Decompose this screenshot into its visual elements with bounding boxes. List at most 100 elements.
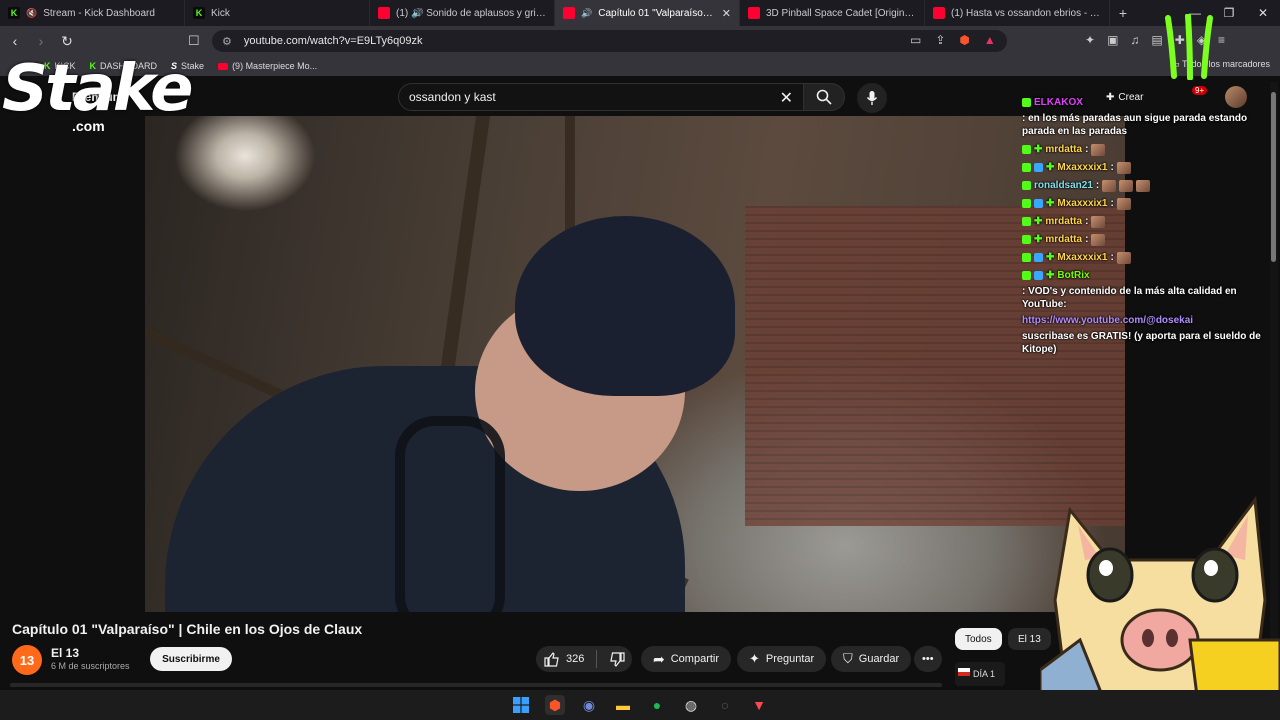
dislike-button[interactable] [609,646,625,672]
discord-icon[interactable]: ◉ [579,695,599,715]
voice-search-button[interactable] [857,83,887,113]
bookmark-save-icon: ⛉ [843,651,853,666]
address-bar-actions: ▭ ⇪ ⬢ ▲ [910,33,996,47]
plus-badge-icon: ✚ [1046,270,1055,281]
related-video-thumbnail[interactable]: DÍA 1 [955,662,1005,686]
file-explorer-icon[interactable]: ▬ [613,695,633,715]
brave-browser-icon[interactable]: ⬢ [545,695,565,715]
channel-name[interactable]: El 13 [51,646,79,660]
extension-icon[interactable]: ♫ [1130,33,1139,47]
tab-kick[interactable]: K Kick [185,0,370,26]
monster-energy-logo [1165,14,1213,80]
brave-rewards-icon[interactable]: ▲ [984,33,996,47]
share-icon[interactable]: ⇪ [935,33,945,47]
subscribe-button[interactable]: Suscribirme [150,647,232,671]
brave-shields-icon[interactable]: ⬢ [959,33,969,47]
chat-text: : [1095,180,1100,191]
share-label: Compartir [670,653,720,665]
chat-text: : [1110,198,1114,209]
video-title: Capítulo 01 "Valparaíso" | Chile en los … [12,621,363,637]
bookmark-label: (9) Masterpiece Mo... [232,61,318,71]
chat-message: ✚ mrdatta: [1022,143,1262,156]
tab-label: Capítulo 01 "Valparaíso" | Chi [598,7,716,19]
chat-message: ✚ Mxaxxxix1: [1022,251,1262,264]
like-button[interactable]: 326 [536,646,584,672]
bookmark-icon[interactable]: ☐ [188,33,200,49]
chat-emote [1136,179,1151,192]
clear-search-icon[interactable]: ✕ [780,88,793,108]
thumbs-up-icon [544,651,559,667]
spotify-icon[interactable]: ● [647,695,667,715]
address-bar[interactable]: ⚙ youtube.com/watch?v=E9LTy6q09zk [212,30,1007,52]
video-player[interactable] [145,116,1125,612]
close-window-icon[interactable]: ✕ [1246,6,1280,20]
chat-text: : [1110,252,1114,263]
chat-username[interactable]: Mxaxxxix1 [1057,161,1107,174]
notifications-badge[interactable]: 9+ [1192,86,1208,95]
back-icon[interactable]: ‹ [4,33,26,49]
cast-icon[interactable]: ▭ [910,33,921,47]
chat-emote [1102,179,1117,192]
chat-username[interactable]: mrdatta [1045,215,1082,228]
reload-icon[interactable]: ↻ [56,33,78,50]
scrollbar-thumb[interactable] [1271,92,1276,262]
extension-icon[interactable]: ✦ [1085,33,1095,47]
like-count: 326 [566,653,585,665]
forward-icon[interactable]: › [30,33,52,49]
youtube-icon [748,7,760,19]
share-arrow-icon: ➦ [653,650,665,667]
stake-logo-text: Stake [2,52,194,126]
chat-message: ✚ mrdatta: [1022,233,1262,246]
tab-label: Stream - Kick Dashboard [43,7,155,19]
app-icon[interactable]: ◍ [681,695,701,715]
more-actions-button[interactable]: ••• [914,646,942,672]
chat-text: suscribase es GRATIS! (y aporta para el … [1022,331,1261,355]
stream-chat-overlay: ELKAKOX: en los más paradas aun sigue pa… [1022,96,1262,361]
tab-hasta-vs-ossandon[interactable]: (1) Hasta vs ossandon ebrios - YouTu [925,0,1110,26]
youtube-icon [563,7,575,19]
chat-text: : VOD's y contenido de la más alta calid… [1022,286,1237,310]
save-button[interactable]: ⛉ Guardar [831,646,912,672]
app-icon[interactable]: ○ [715,695,735,715]
share-button[interactable]: ➦ Compartir [641,646,732,672]
tab-pinball[interactable]: 3D Pinball Space Cadet [Original Sou [740,0,925,26]
tab-capitulo-01[interactable]: 🔊 Capítulo 01 "Valparaíso" | Chi ✕ [555,0,740,26]
chat-emote [1119,179,1134,192]
extension-icon[interactable]: ▣ [1107,33,1118,47]
tab-label: (1) Hasta vs ossandon ebrios - YouTu [951,7,1101,19]
site-settings-icon[interactable]: ⚙ [222,35,232,48]
ask-button[interactable]: ✦ Preguntar [737,646,827,672]
channel-avatar[interactable]: 13 [12,645,42,675]
chat-username[interactable]: mrdatta [1045,143,1082,156]
plus-badge-icon: ✚ [1034,144,1043,155]
valorant-icon[interactable]: ▼ [749,695,769,715]
new-tab-button[interactable]: + [1110,5,1136,21]
chat-username[interactable]: BotRix [1057,269,1089,282]
search-input[interactable]: ossandon y kast ✕ [398,83,804,111]
kick-badge-icon [1022,271,1031,280]
kick-badge-icon [1022,217,1031,226]
plus-badge-icon: ✚ [1046,252,1055,263]
cat-mascot-overlay [1040,496,1280,720]
windows-start-icon[interactable] [511,695,531,715]
chat-link[interactable]: https://www.youtube.com/@dosekai [1022,314,1193,327]
close-tab-icon[interactable]: ✕ [722,7,731,20]
chat-username[interactable]: Mxaxxxix1 [1057,197,1107,210]
chat-username[interactable]: ronaldsan21 [1034,179,1093,192]
chat-message: ✚ BotRix : VOD's y contenido de la más alt… [1022,269,1262,356]
bookmark-masterpiece[interactable]: (9) Masterpiece Mo... [218,61,317,71]
bookmarks-bar: K KICK K DASHBOARD S Stake (9) Masterpie… [0,56,1280,76]
chat-username[interactable]: Mxaxxxix1 [1057,251,1107,264]
like-dislike-group: 326 [536,646,632,672]
url-text: youtube.com/watch?v=E9LTy6q09zk [243,35,423,47]
browser-tab-strip: K 🔇 Stream - Kick Dashboard K Kick (1) 🔊… [0,0,1280,26]
search-button[interactable] [803,83,845,111]
tab-aplausos[interactable]: (1) 🔊 Sonido de aplausos y gritos d [370,0,555,26]
sub-badge-icon [1034,271,1043,280]
tab-kick-dashboard[interactable]: K 🔇 Stream - Kick Dashboard [0,0,185,26]
chip-todos[interactable]: Todos [955,628,1002,650]
horizontal-scrollbar[interactable] [10,683,942,687]
chat-username[interactable]: mrdatta [1045,233,1082,246]
muted-icon: 🔇 [26,7,38,18]
chat-username[interactable]: ELKAKOX [1034,96,1083,109]
